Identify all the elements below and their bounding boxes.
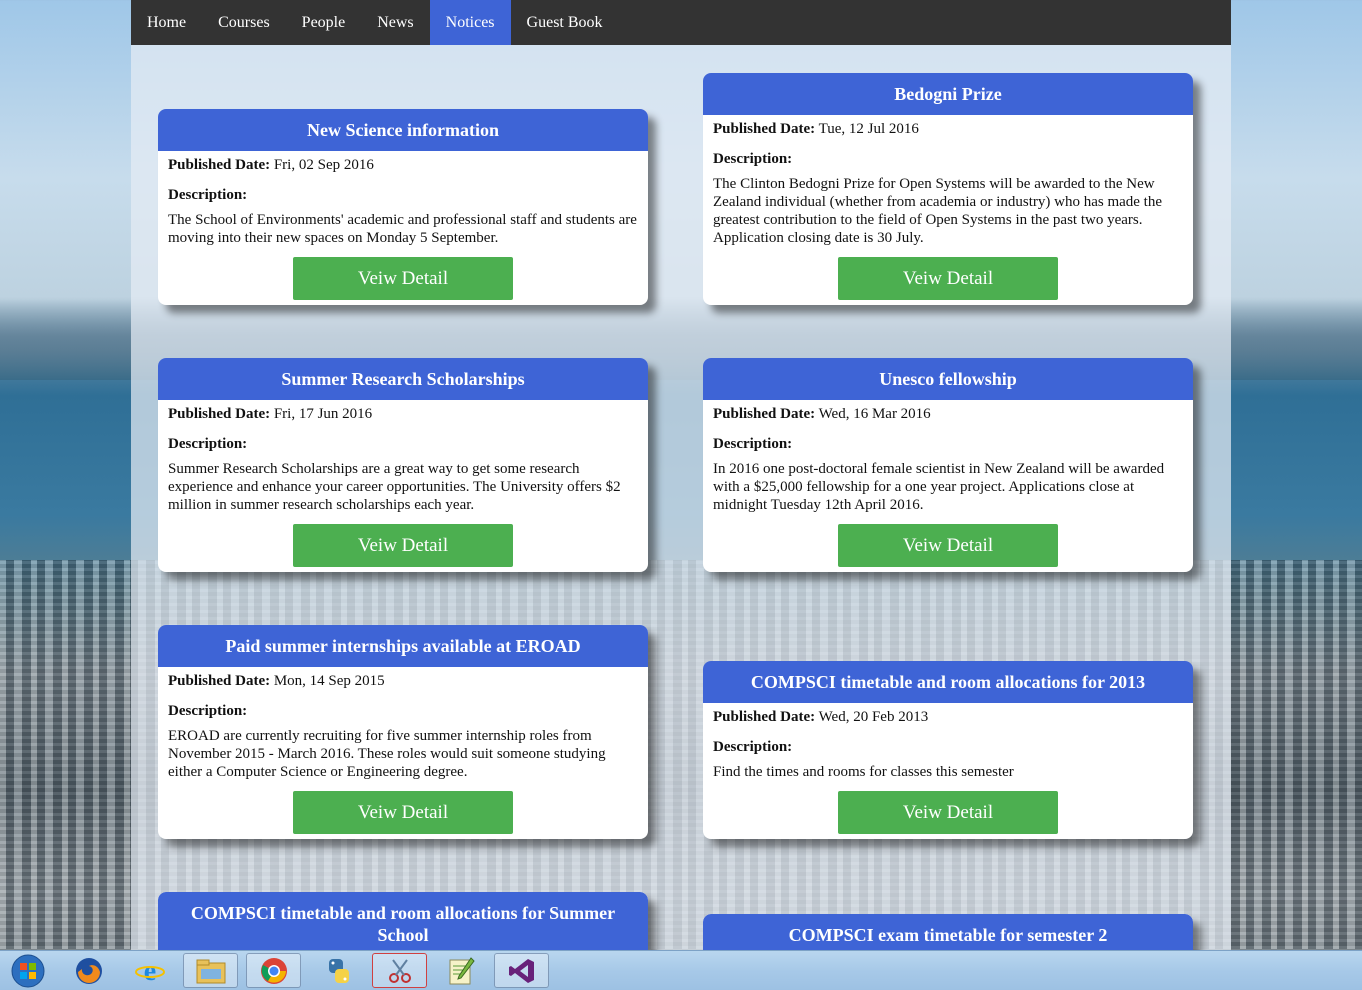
chrome-icon[interactable] (246, 953, 301, 988)
description-label: Description: (713, 436, 793, 452)
published-date-row: Published Date: Fri, 02 Sep 2016 (168, 155, 638, 175)
notice-title: Summer Research Scholarships (158, 358, 648, 400)
nav-people[interactable]: People (286, 0, 362, 45)
notice-title: Paid summer internships available at ERO… (158, 625, 648, 667)
page-container: Home Courses People News Notices Guest B… (131, 0, 1231, 964)
file-explorer-icon[interactable] (183, 953, 238, 988)
published-label: Published Date: (713, 709, 816, 725)
visual-studio-icon[interactable] (494, 953, 549, 988)
view-detail-button[interactable]: Veiw Detail (838, 257, 1058, 300)
notice-description: The Clinton Bedogni Prize for Open Syste… (713, 176, 1163, 246)
top-navbar: Home Courses People News Notices Guest B… (131, 0, 1231, 45)
notice-description: The School of Environments' academic and… (168, 212, 637, 246)
notice-card: New Science information Published Date: … (158, 109, 648, 305)
notice-title: Unesco fellowship (703, 358, 1193, 400)
notice-card: Summer Research Scholarships Published D… (158, 358, 648, 572)
notice-card: Paid summer internships available at ERO… (158, 625, 648, 839)
nav-home[interactable]: Home (131, 0, 202, 45)
notice-description: EROAD are currently recruiting for five … (168, 728, 606, 780)
published-date: Tue, 12 Jul 2016 (818, 121, 919, 137)
published-label: Published Date: (168, 673, 271, 689)
notice-description: Find the times and rooms for classes thi… (713, 764, 1014, 780)
published-date-row: Published Date: Tue, 12 Jul 2016 (713, 119, 1183, 139)
windows-taskbar: e (0, 950, 1362, 990)
description-label: Description: (168, 187, 248, 203)
nav-notices[interactable]: Notices (429, 0, 511, 45)
published-date-row: Published Date: Fri, 17 Jun 2016 (168, 404, 638, 424)
description-label: Description: (713, 151, 793, 167)
notice-description: In 2016 one post-doctoral female scienti… (713, 461, 1165, 513)
description-label: Description: (168, 436, 248, 452)
notice-title: COMPSCI timetable and room allocations f… (158, 892, 648, 956)
description-label: Description: (168, 703, 248, 719)
published-label: Published Date: (168, 157, 271, 173)
notice-title: COMPSCI timetable and room allocations f… (703, 661, 1193, 703)
published-date-row: Published Date: Wed, 16 Mar 2016 (713, 404, 1183, 424)
published-label: Published Date: (713, 121, 816, 137)
view-detail-button[interactable]: Veiw Detail (838, 524, 1058, 567)
python-icon[interactable] (311, 953, 366, 988)
svg-text:e: e (143, 956, 155, 986)
notepad-plus-icon[interactable] (433, 953, 488, 988)
published-label: Published Date: (168, 406, 271, 422)
notice-card: Unesco fellowship Published Date: Wed, 1… (703, 358, 1193, 572)
description-label: Description: (713, 739, 793, 755)
view-detail-button[interactable]: Veiw Detail (293, 791, 513, 834)
firefox-icon[interactable] (61, 953, 116, 988)
notice-card: COMPSCI timetable and room allocations f… (703, 661, 1193, 839)
windows-start-icon[interactable] (2, 953, 54, 988)
nav-news[interactable]: News (361, 0, 429, 45)
published-date: Wed, 20 Feb 2013 (818, 709, 929, 725)
published-date-row: Published Date: Mon, 14 Sep 2015 (168, 671, 638, 691)
notice-card: Bedogni Prize Published Date: Tue, 12 Ju… (703, 73, 1193, 305)
notice-description: Summer Research Scholarships are a great… (168, 461, 621, 513)
published-date: Fri, 17 Jun 2016 (273, 406, 373, 422)
published-date: Wed, 16 Mar 2016 (818, 406, 931, 422)
snipping-tool-icon[interactable] (372, 953, 427, 988)
notice-title: Bedogni Prize (703, 73, 1193, 115)
published-date-row: Published Date: Wed, 20 Feb 2013 (713, 707, 1183, 727)
view-detail-button[interactable]: Veiw Detail (293, 257, 513, 300)
notice-title: New Science information (158, 109, 648, 151)
published-label: Published Date: (713, 406, 816, 422)
nav-guest-book[interactable]: Guest Book (511, 0, 619, 45)
published-date: Fri, 02 Sep 2016 (273, 157, 374, 173)
view-detail-button[interactable]: Veiw Detail (838, 791, 1058, 834)
internet-explorer-icon[interactable]: e (122, 953, 177, 988)
nav-courses[interactable]: Courses (202, 0, 286, 45)
view-detail-button[interactable]: Veiw Detail (293, 524, 513, 567)
published-date: Mon, 14 Sep 2015 (273, 673, 385, 689)
